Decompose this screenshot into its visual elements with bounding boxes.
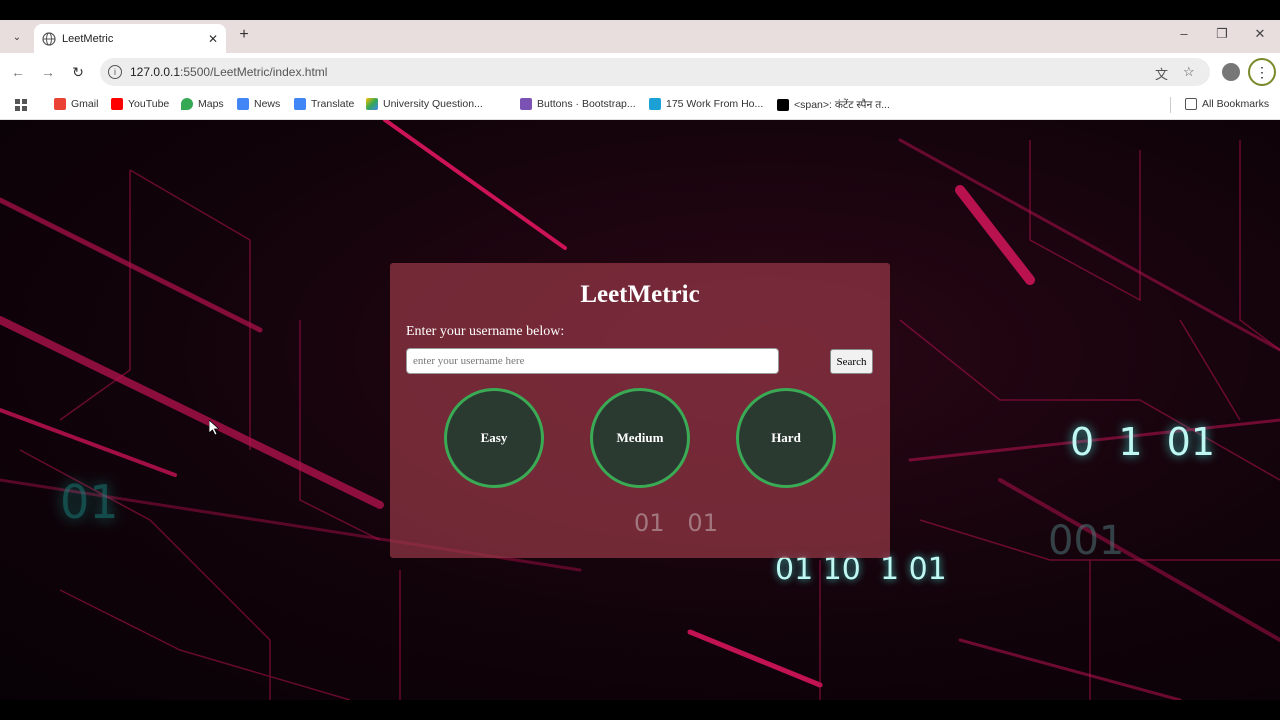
- star-bookmark-icon[interactable]: ☆: [1183, 64, 1195, 80]
- bookmarks-separator: [1170, 97, 1171, 113]
- bootstrap-icon: [520, 98, 532, 110]
- site-info-icon[interactable]: i: [108, 65, 122, 79]
- medium-label: Medium: [616, 430, 664, 445]
- folder-icon: [1185, 98, 1197, 110]
- leetmetric-card: LeetMetric Enter your username below: Se…: [390, 263, 890, 558]
- all-bookmarks-folder[interactable]: All Bookmarks: [1185, 98, 1269, 110]
- binary-digits-card-overlay: 01 01: [634, 509, 718, 537]
- drive-icon: [366, 98, 378, 110]
- is-site-icon: [649, 98, 661, 110]
- bookmark-translate[interactable]: Translate: [294, 98, 354, 110]
- bookmark-news[interactable]: News: [237, 98, 280, 110]
- translate-icon: [294, 98, 306, 110]
- url-path: :5500/LeetMetric/index.html: [180, 65, 328, 79]
- bookmark-bootstrap-buttons[interactable]: Buttons · Bootstrap...: [520, 98, 636, 110]
- easy-progress-circle: Easy: [444, 388, 544, 488]
- page-title: LeetMetric: [580, 281, 700, 308]
- tab-title: LeetMetric: [62, 32, 114, 45]
- browser-toolbar: ← → ↻ i 127.0.0.1:5500/LeetMetric/index.…: [0, 53, 1280, 91]
- url-host: 127.0.0.1: [130, 65, 181, 79]
- address-bar[interactable]: i 127.0.0.1:5500/LeetMetric/index.html 文…: [100, 58, 1210, 86]
- medium-progress-circle: Medium: [590, 388, 690, 488]
- back-arrow-icon[interactable]: ←: [8, 62, 28, 82]
- page-viewport: 0 1 01 001 01 10 1 01 01 LeetMetric Ente…: [0, 120, 1280, 700]
- restore-icon[interactable]: ❐: [1212, 26, 1232, 42]
- news-icon: [237, 98, 249, 110]
- bookmark-gmail[interactable]: Gmail: [54, 98, 98, 110]
- profile-avatar[interactable]: [1222, 63, 1240, 81]
- translate-icon[interactable]: 文: [1155, 64, 1168, 83]
- forward-arrow-icon[interactable]: →: [38, 62, 58, 82]
- m-site-icon: [777, 99, 789, 111]
- hard-label: Hard: [771, 430, 801, 445]
- screen-bottom-bar: [0, 700, 1280, 720]
- tab-leetmetric[interactable]: LeetMetric ✕: [34, 24, 226, 53]
- easy-label: Easy: [480, 430, 508, 445]
- tab-strip: ⌄ LeetMetric ✕ + – ❐ ✕: [0, 20, 1280, 53]
- binary-digits-right-mid: 001: [1048, 518, 1125, 564]
- mouse-cursor-icon: [209, 420, 219, 436]
- bookmark-university-question[interactable]: University Question...: [366, 98, 483, 110]
- tab-search-button[interactable]: ⌄: [6, 26, 28, 48]
- search-button[interactable]: Search: [830, 349, 873, 374]
- browser-menu-icon[interactable]: ⋮: [1248, 58, 1276, 86]
- reload-icon[interactable]: ↻: [68, 62, 88, 82]
- bookmark-youtube[interactable]: YouTube: [111, 98, 169, 110]
- close-window-icon[interactable]: ✕: [1250, 26, 1270, 42]
- bookmark-span-hindi[interactable]: <span>: कंटेंट स्पैन त...: [777, 98, 890, 112]
- youtube-icon: [111, 98, 123, 110]
- username-input[interactable]: [406, 348, 779, 374]
- binary-digits-left: 01: [60, 475, 119, 529]
- gmail-icon: [54, 98, 66, 110]
- username-prompt: Enter your username below:: [406, 324, 565, 339]
- bookmark-work-from-home[interactable]: 175 Work From Ho...: [649, 98, 763, 110]
- close-tab-icon[interactable]: ✕: [208, 32, 218, 46]
- screen-top-bar: [0, 0, 1280, 20]
- apps-grid-icon[interactable]: [14, 98, 28, 112]
- globe-icon: [42, 31, 56, 46]
- maps-pin-icon: [181, 98, 193, 110]
- bookmarks-bar: Gmail YouTube Maps News Translate Univer…: [0, 91, 1280, 120]
- hard-progress-circle: Hard: [736, 388, 836, 488]
- minimize-icon[interactable]: –: [1174, 26, 1194, 41]
- binary-digits-right-top: 0 1 01: [1070, 420, 1216, 464]
- chevron-down-icon: ⌄: [12, 31, 22, 43]
- new-tab-button[interactable]: +: [234, 26, 254, 44]
- bookmark-maps[interactable]: Maps: [181, 98, 224, 110]
